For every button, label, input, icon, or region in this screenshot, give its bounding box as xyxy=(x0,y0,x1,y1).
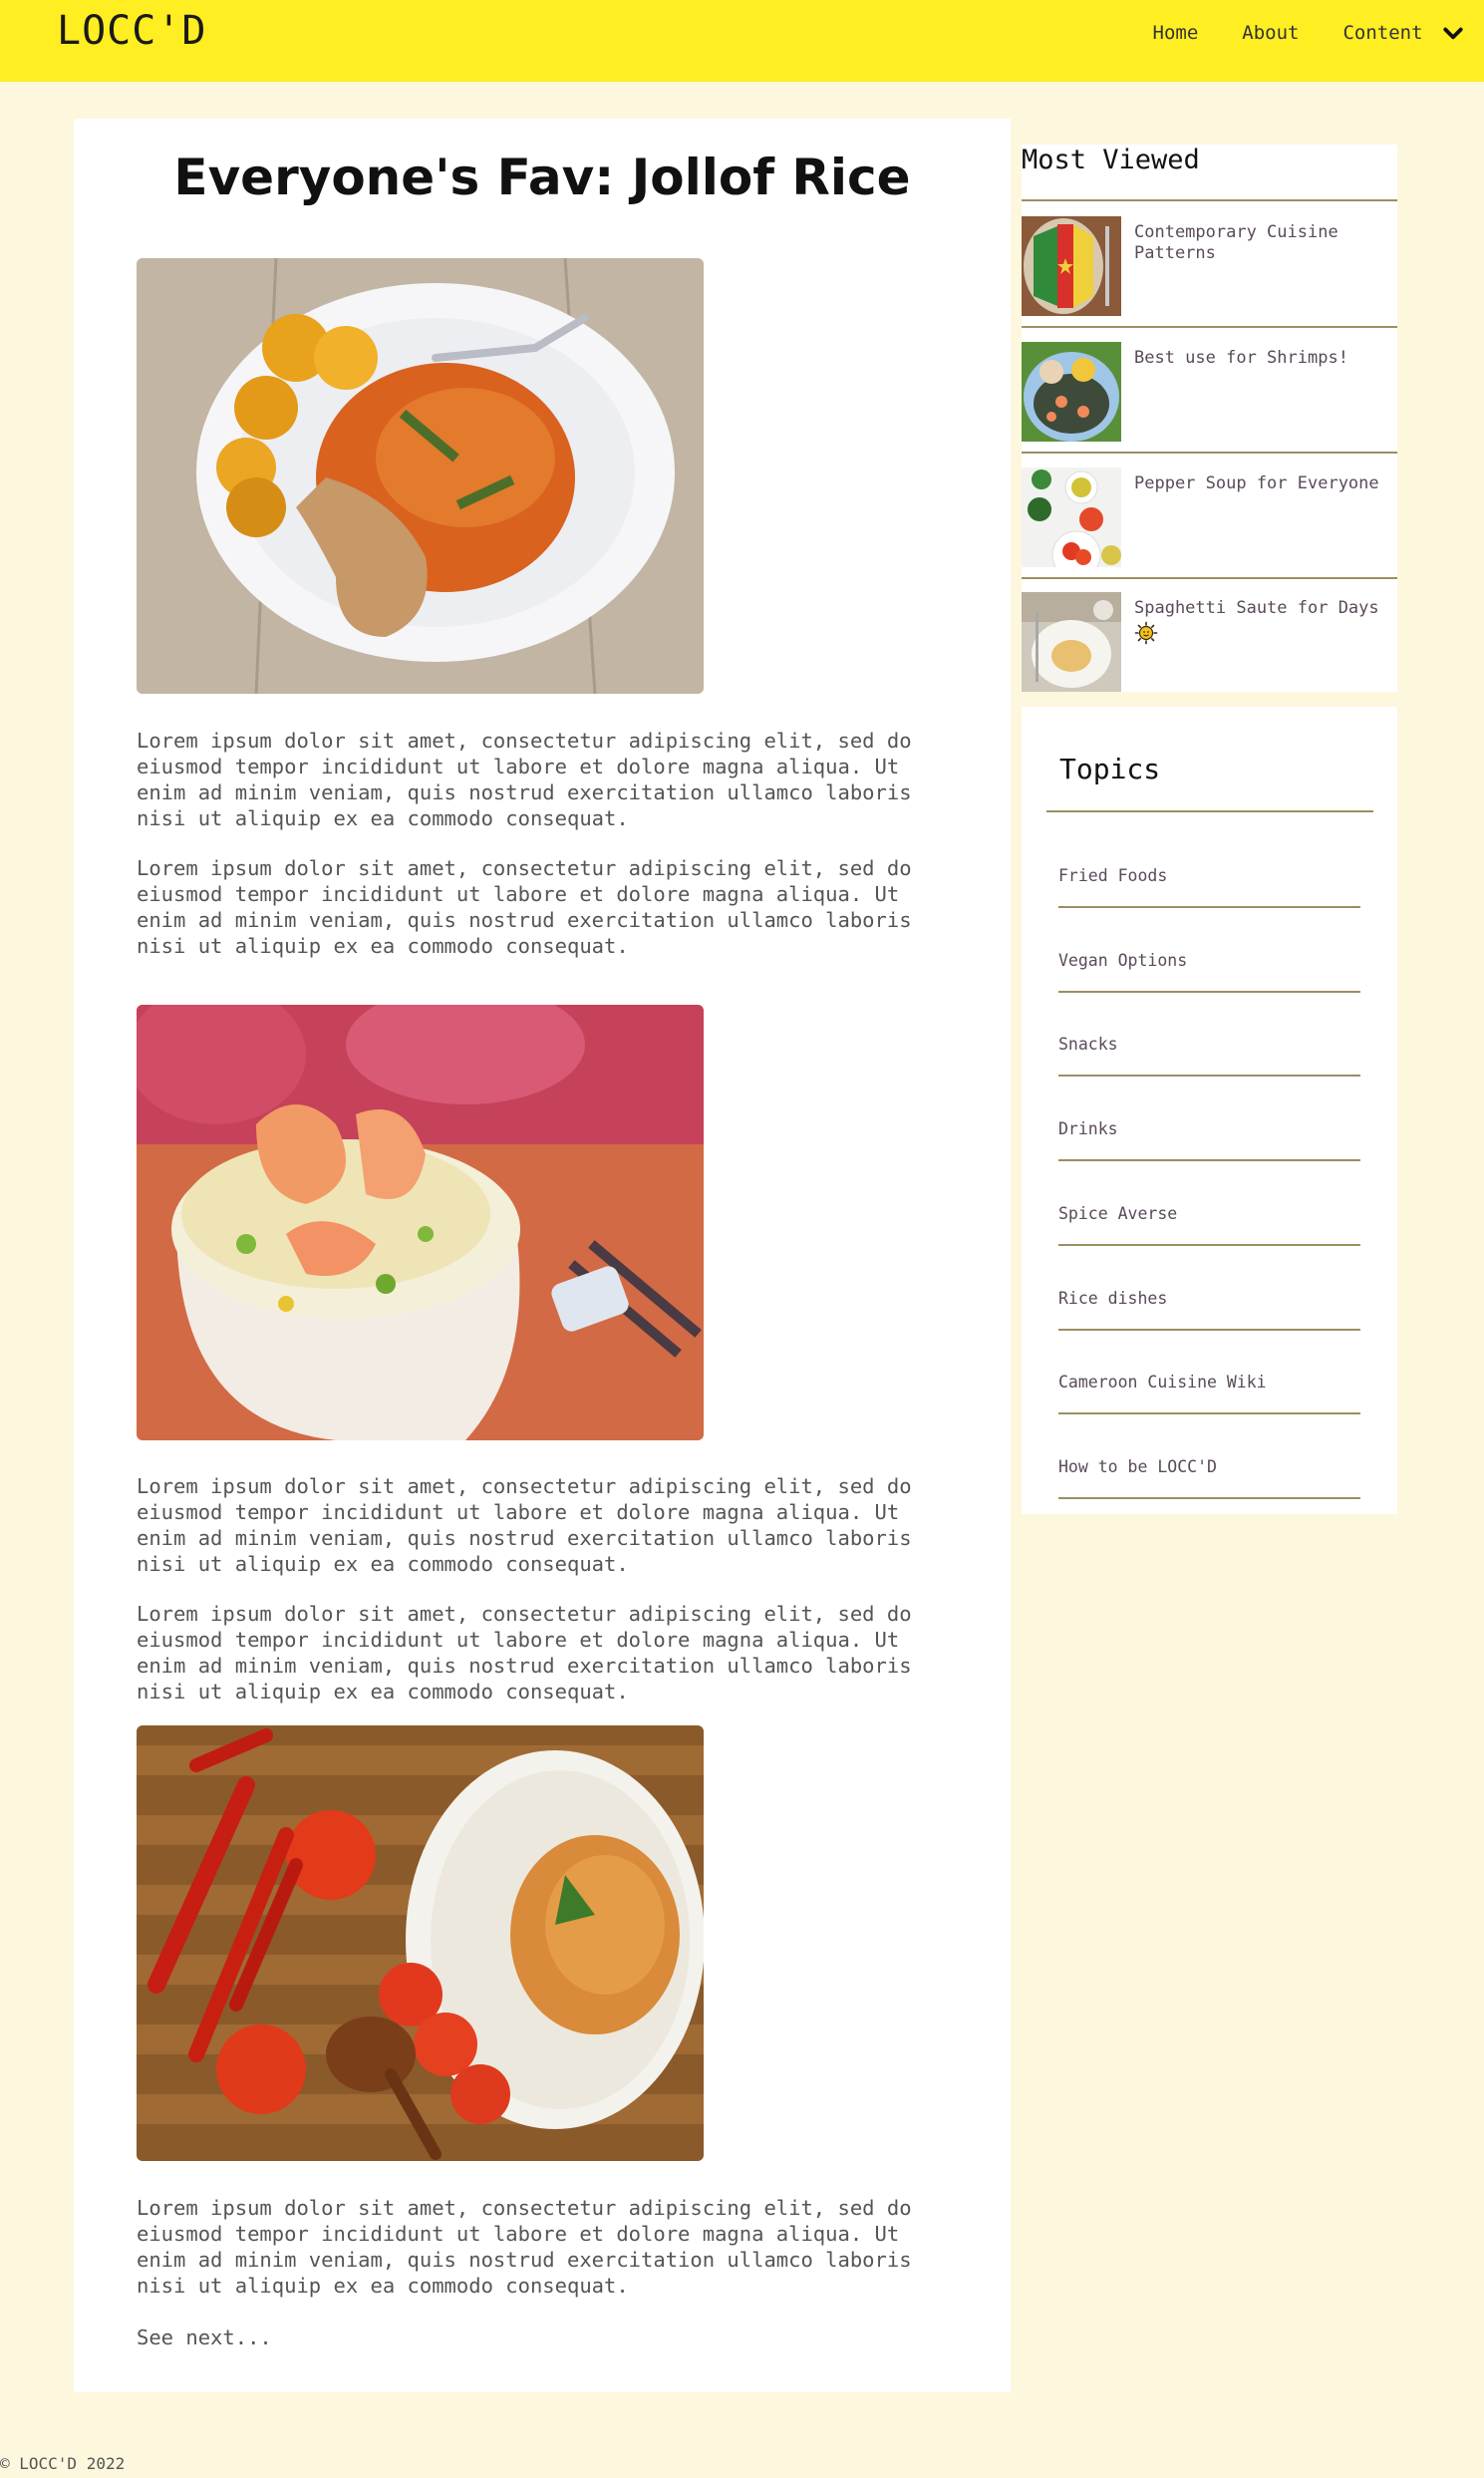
nav-about-link[interactable]: About xyxy=(1242,22,1299,44)
divider xyxy=(1022,326,1397,328)
most-viewed-item[interactable]: Best use for Shrimps! xyxy=(1022,342,1397,442)
topic-label: Fried Foods xyxy=(1058,866,1168,885)
most-viewed-heading: Most Viewed xyxy=(1022,145,1200,175)
most-viewed-title: Pepper Soup for Everyone xyxy=(1134,473,1379,493)
sun-emoji-icon xyxy=(1134,621,1158,645)
topic-label: How to be LOCC'D xyxy=(1058,1457,1217,1476)
topics-panel: Topics Fried Foods Vegan Options Snacks … xyxy=(1022,707,1397,1514)
article-paragraph: Lorem ipsum dolor sit amet, consectetur … xyxy=(137,1474,912,1576)
article-paragraph: Lorem ipsum dolor sit amet, consectetur … xyxy=(137,2196,912,2298)
nav-home-link[interactable]: Home xyxy=(1153,22,1199,44)
jollof-rice-photo xyxy=(137,258,704,694)
main-nav: Home About Content xyxy=(1109,22,1465,45)
nav-content-label: Content xyxy=(1342,22,1423,44)
topic-label: Vegan Options xyxy=(1058,951,1188,970)
article-card: Everyone's Fav: Jollof Rice Lorem ipsum … xyxy=(74,119,1011,2392)
topic-label: Cameroon Cuisine Wiki xyxy=(1058,1373,1267,1392)
topic-link[interactable]: Rice dishes xyxy=(1058,1279,1360,1331)
topic-label: Snacks xyxy=(1058,1035,1118,1054)
article-paragraph: Lorem ipsum dolor sit amet, consectetur … xyxy=(137,856,912,958)
most-viewed-item[interactable]: Pepper Soup for Everyone xyxy=(1022,467,1397,567)
topic-label: Spice Averse xyxy=(1058,1204,1178,1223)
pepper-soup-thumbnail xyxy=(1022,467,1121,567)
topic-link[interactable]: Vegan Options xyxy=(1058,941,1360,993)
divider xyxy=(1022,199,1397,201)
divider xyxy=(1022,577,1397,579)
article-paragraph: Lorem ipsum dolor sit amet, consectetur … xyxy=(137,729,912,830)
site-logo[interactable]: LOCC'D xyxy=(57,8,207,54)
topic-link[interactable]: How to be LOCC'D xyxy=(1058,1447,1360,1499)
topic-link[interactable]: Fried Foods xyxy=(1058,856,1360,908)
topic-link[interactable]: Drinks xyxy=(1058,1109,1360,1161)
top-navbar: LOCC'D Home About Content xyxy=(0,0,1484,82)
shrimp-dish-thumbnail xyxy=(1022,342,1121,442)
nav-content-dropdown[interactable]: Content xyxy=(1342,22,1464,45)
see-next-link[interactable]: See next... xyxy=(137,2324,954,2350)
jollof-peppers-photo xyxy=(137,1725,704,2161)
most-viewed-item[interactable]: Spaghetti Saute for Days xyxy=(1022,592,1397,692)
article-title: Everyone's Fav: Jollof Rice xyxy=(173,149,911,206)
footer-copyright: © LOCC'D 2022 xyxy=(0,2454,126,2473)
cameroon-plate-thumbnail xyxy=(1022,216,1121,316)
topic-link[interactable]: Cameroon Cuisine Wiki xyxy=(1058,1363,1360,1414)
divider xyxy=(1022,452,1397,454)
most-viewed-title: Contemporary Cuisine Patterns xyxy=(1134,222,1338,263)
topics-heading: Topics xyxy=(1059,753,1161,785)
most-viewed-title: Spaghetti Saute for Days xyxy=(1134,598,1393,651)
topic-link[interactable]: Spice Averse xyxy=(1058,1194,1360,1246)
article-paragraph: Lorem ipsum dolor sit amet, consectetur … xyxy=(137,1602,912,1704)
divider xyxy=(1046,810,1373,812)
topic-link[interactable]: Snacks xyxy=(1058,1025,1360,1077)
most-viewed-item[interactable]: Contemporary Cuisine Patterns xyxy=(1022,216,1397,316)
most-viewed-title-text: Spaghetti Saute for Days xyxy=(1134,598,1379,618)
most-viewed-title: Best use for Shrimps! xyxy=(1134,348,1348,368)
chevron-down-icon xyxy=(1443,27,1463,39)
topic-label: Drinks xyxy=(1058,1119,1118,1138)
spaghetti-thumbnail xyxy=(1022,592,1121,692)
topic-label: Rice dishes xyxy=(1058,1289,1168,1308)
most-viewed-panel: Most Viewed Contemporary Cuisine Pattern… xyxy=(1022,145,1397,692)
shrimp-fried-rice-photo xyxy=(137,1005,704,1440)
